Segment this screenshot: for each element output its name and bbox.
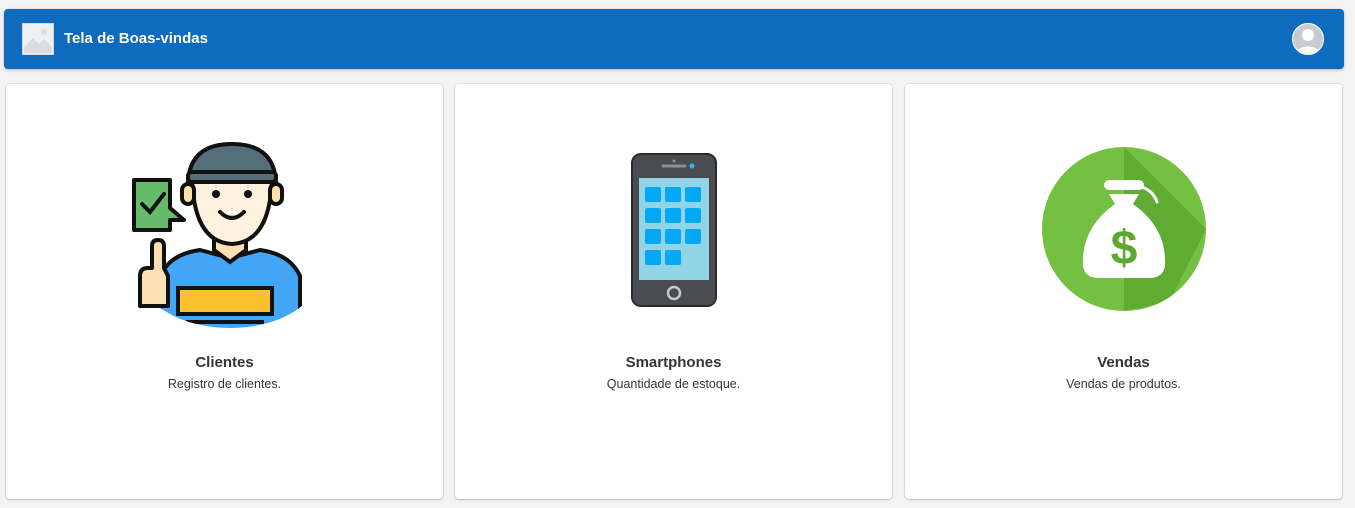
image-placeholder-icon[interactable] — [22, 23, 54, 55]
tile-subtitle: Registro de clientes. — [167, 377, 282, 391]
money-bag-icon: $ — [905, 126, 1342, 336]
tile-clientes[interactable]: Clientes Registro de clientes. — [6, 84, 443, 499]
shell-bar: Tela de Boas-vindas — [4, 9, 1344, 69]
tile-smartphones[interactable]: Smartphones Quantidade de estoque. — [455, 84, 892, 499]
customer-thumbs-up-icon — [6, 126, 443, 336]
tile-vendas[interactable]: $ Vendas Vendas de produtos. — [905, 84, 1342, 499]
tile-subtitle: Quantidade de estoque. — [606, 377, 741, 391]
tile-title: Clientes — [195, 354, 254, 371]
smartphone-icon — [455, 126, 892, 336]
tile-subtitle: Vendas de produtos. — [1066, 377, 1181, 391]
user-avatar-icon[interactable] — [1292, 23, 1324, 55]
tile-title: Vendas — [1097, 354, 1150, 371]
tile-title: Smartphones — [625, 354, 722, 371]
page-title: Tela de Boas-vindas — [64, 30, 208, 47]
svg-text:$: $ — [1110, 222, 1137, 275]
